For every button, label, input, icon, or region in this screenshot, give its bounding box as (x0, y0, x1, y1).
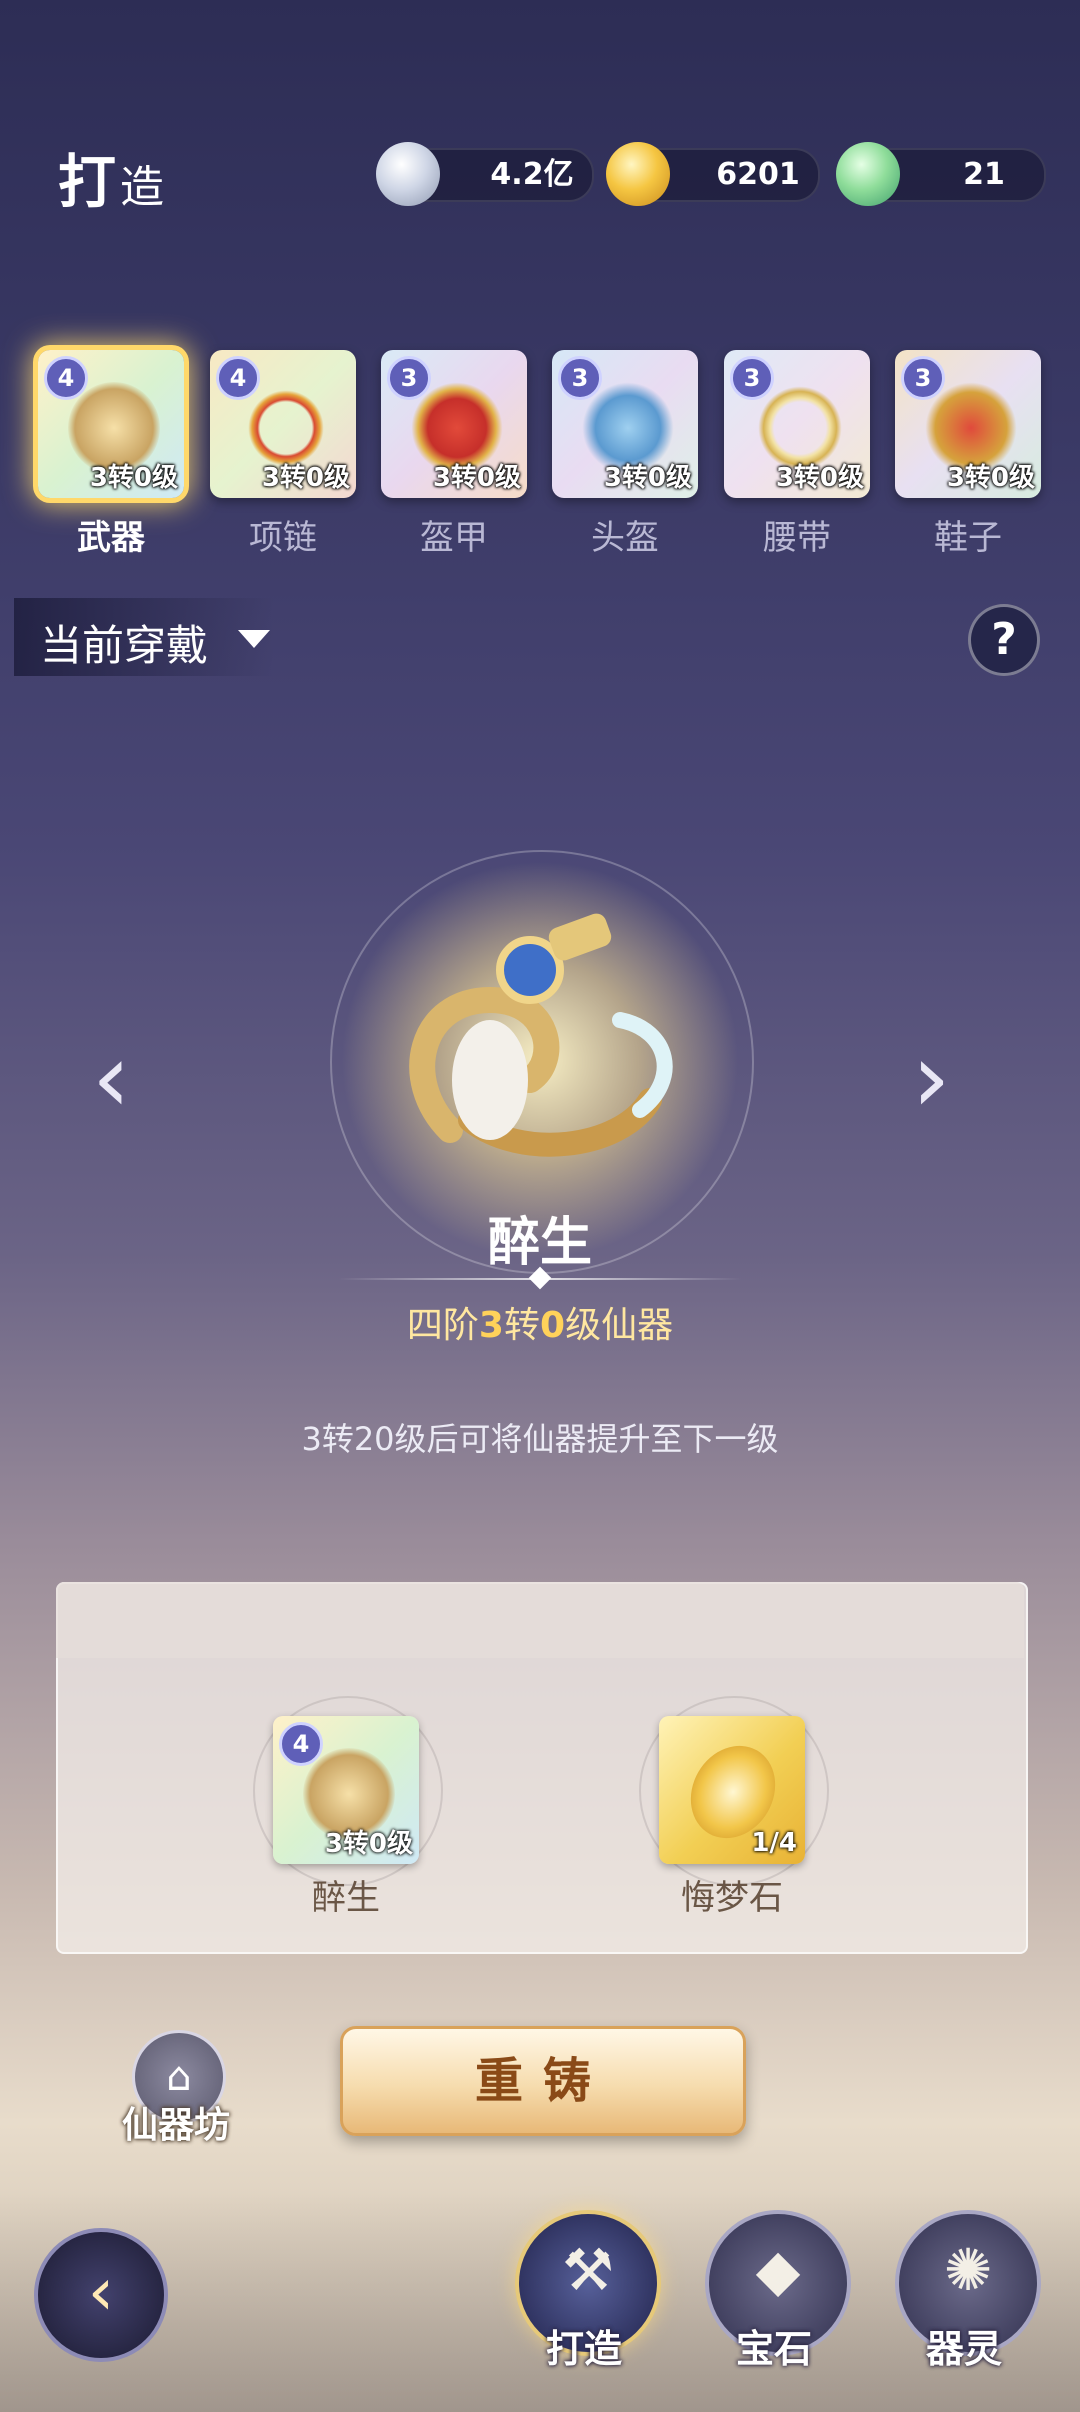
spirit-flame-icon: ✺ (943, 2236, 993, 2304)
material-slot-weapon[interactable]: 4 3转0级 (273, 1716, 419, 1864)
material-slot-stone[interactable]: 1/4 (659, 1716, 805, 1864)
nav-label-forge[interactable]: 打造 (504, 2318, 664, 2373)
back-button[interactable]: ‹ (34, 2228, 168, 2362)
grade-suffix: 级仙器 (565, 1305, 674, 1346)
gold-ingot-icon (606, 142, 670, 206)
currency-jade-value: 21 (963, 157, 1005, 192)
currency-jade[interactable]: 21 (836, 142, 1046, 206)
material-count: 1/4 (751, 1828, 797, 1858)
tab-necklace[interactable]: 4 3转0级 (210, 350, 356, 498)
level-label: 3转0级 (89, 463, 178, 493)
tab-label-helmet[interactable]: 头盔 (552, 510, 698, 559)
help-button[interactable]: ? (968, 604, 1040, 676)
grade-turn-unit: 转 (503, 1305, 540, 1346)
tab-weapon[interactable]: 4 3转0级 (38, 350, 184, 498)
level-label: 3转0级 (432, 463, 521, 493)
tier-badge: 3 (901, 356, 945, 400)
tab-label-necklace[interactable]: 项链 (210, 510, 356, 559)
tier-badge: 3 (387, 356, 431, 400)
filter-label: 当前穿戴 (40, 621, 209, 670)
nav-label-gem[interactable]: 宝石 (694, 2318, 854, 2373)
item-name: 醉生 (487, 1213, 592, 1273)
tier-badge: 4 (216, 356, 260, 400)
level-label: 3转0级 (324, 1829, 413, 1859)
equip-filter-dropdown[interactable]: 当前穿戴 (14, 598, 274, 676)
page-title-sub: 造 (120, 162, 169, 213)
page-title: 打造 (58, 135, 168, 219)
currency-gold-value: 6201 (716, 157, 800, 192)
jade-cloud-icon (836, 142, 900, 206)
tab-label-weapon[interactable]: 武器 (38, 510, 184, 559)
currency-gold[interactable]: 6201 (606, 142, 820, 206)
weapon-art-icon (409, 913, 673, 1157)
currency-silver[interactable]: 4.2亿 (376, 142, 594, 206)
level-label: 3转0级 (775, 463, 864, 493)
currency-silver-value: 4.2亿 (490, 157, 574, 192)
upgrade-hint: 3转20级后可将仙器提升至下一级 (301, 1420, 779, 1458)
recast-button[interactable]: 重铸 (340, 2026, 746, 2136)
tier-badge: 3 (730, 356, 774, 400)
gem-icon: ◆ (755, 2236, 801, 2304)
silver-ingot-icon (376, 142, 440, 206)
tab-helmet[interactable]: 3 3转0级 (552, 350, 698, 498)
nav-label-spirit[interactable]: 器灵 (884, 2318, 1044, 2373)
tier-badge: 3 (558, 356, 602, 400)
page-title-main: 打 (58, 148, 121, 216)
tier-badge: 4 (44, 356, 88, 400)
material-name: 醉生 (312, 1878, 380, 1918)
chevron-down-icon (238, 630, 270, 648)
tier-badge: 4 (279, 1722, 323, 1766)
grade-turn: 3 (478, 1305, 504, 1346)
material-name: 悔梦石 (681, 1878, 783, 1918)
tab-armor[interactable]: 3 3转0级 (381, 350, 527, 498)
grade-prefix: 四阶 (406, 1305, 479, 1346)
level-label: 3转0级 (261, 463, 350, 493)
tab-label-belt[interactable]: 腰带 (724, 510, 870, 559)
tab-label-armor[interactable]: 盔甲 (381, 510, 527, 559)
shop-label[interactable]: 仙器坊 (100, 2096, 252, 2148)
tab-shoes[interactable]: 3 3转0级 (895, 350, 1041, 498)
grade-level: 0 (540, 1305, 566, 1346)
hammer-anvil-icon: ⚒ (562, 2236, 614, 2304)
level-label: 3转0级 (946, 463, 1035, 493)
next-item-arrow-icon[interactable]: › (912, 1022, 950, 1134)
prev-item-arrow-icon[interactable]: ‹ (92, 1022, 130, 1134)
item-grade: 四阶3转0级仙器 (0, 1296, 1080, 1348)
tab-belt[interactable]: 3 3转0级 (724, 350, 870, 498)
tab-label-shoes[interactable]: 鞋子 (895, 510, 1041, 559)
level-label: 3转0级 (603, 463, 692, 493)
materials-panel-header (56, 1582, 1024, 1658)
